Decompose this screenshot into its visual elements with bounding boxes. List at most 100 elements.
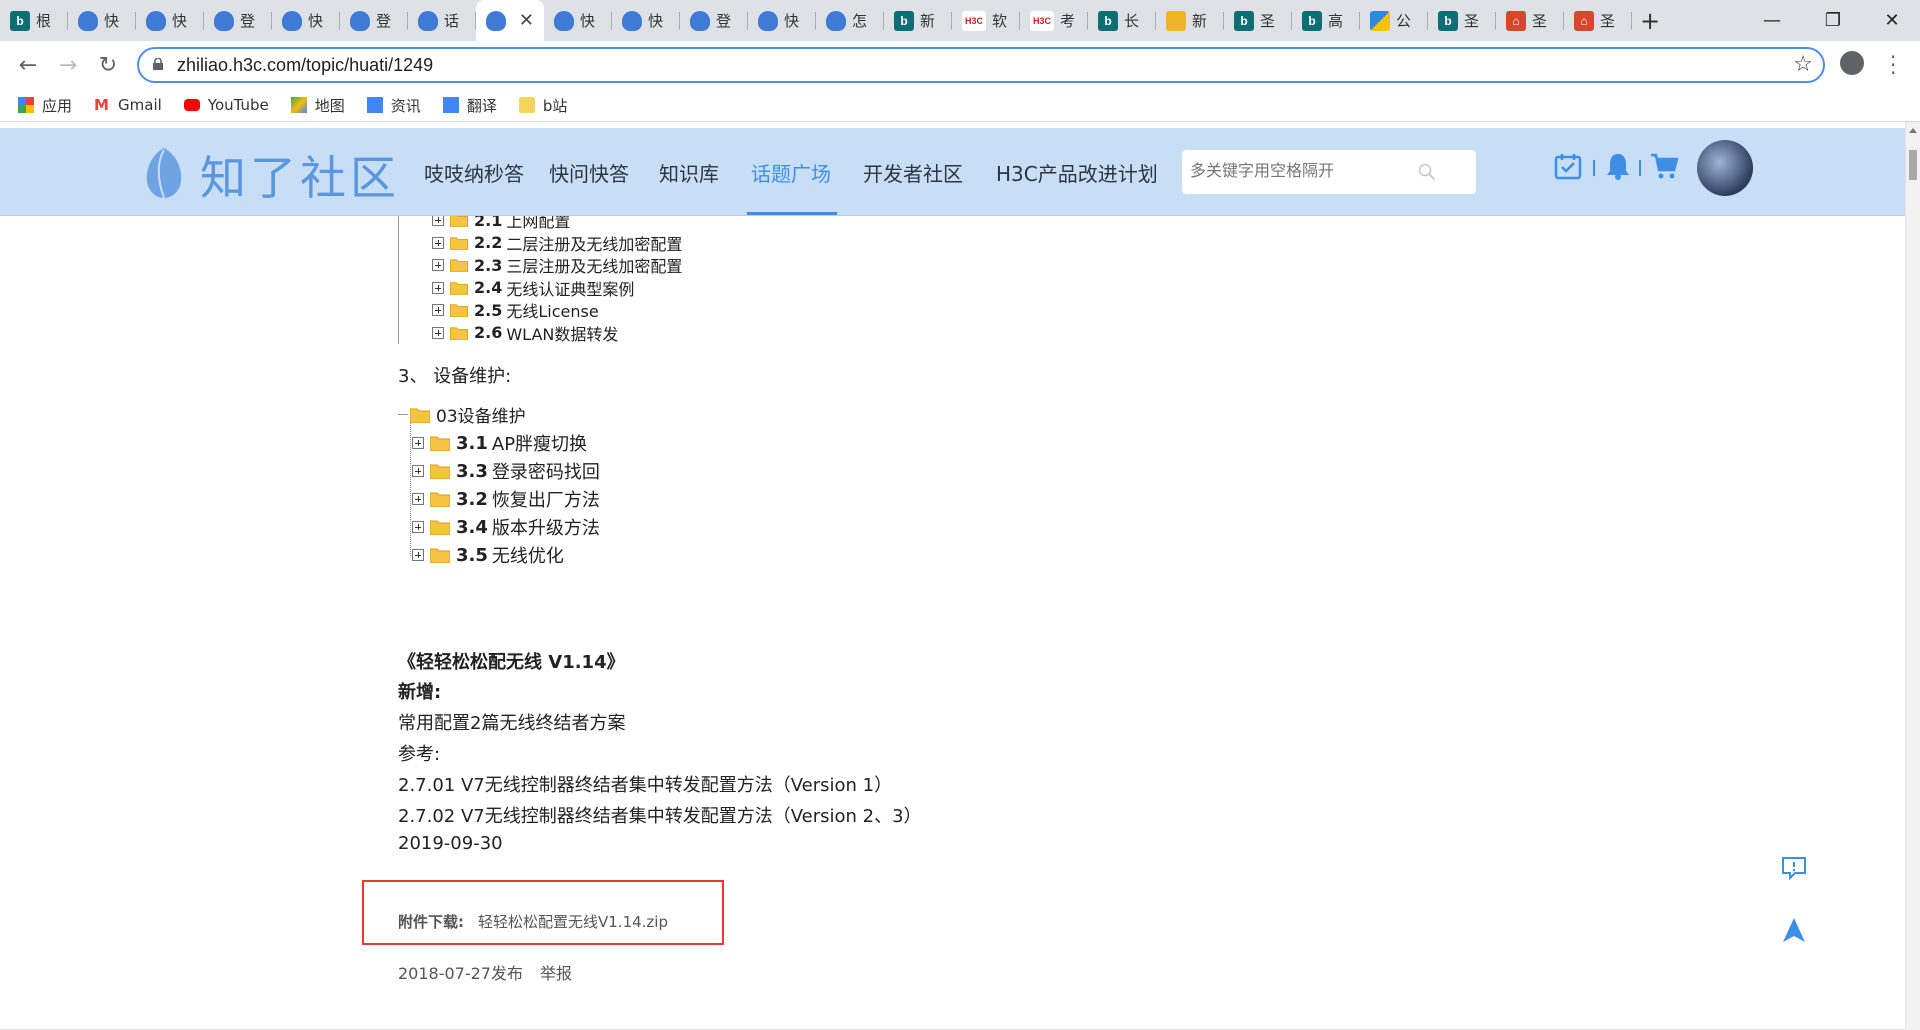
bookmark-label: b站	[542, 96, 568, 115]
expand-icon[interactable]	[412, 437, 424, 449]
browser-tab[interactable]: 快	[272, 0, 340, 41]
tree-item[interactable]: 3.5 无线优化	[412, 542, 564, 568]
bookmark-label: 资讯	[390, 96, 421, 115]
browser-tab[interactable]: 快	[544, 0, 612, 41]
page-scrollbar[interactable]	[1905, 122, 1920, 1030]
active-tab[interactable]: ✕	[476, 0, 544, 41]
browser-tab[interactable]: b根	[0, 0, 68, 41]
expand-icon[interactable]	[412, 521, 424, 533]
nav-zhizhi[interactable]: 吱吱纳秒答	[424, 158, 524, 187]
bookmark-item[interactable]: YouTube	[183, 96, 269, 114]
browser-tab[interactable]: H3C 软	[952, 0, 1020, 41]
search-input[interactable]	[1190, 161, 1420, 180]
expand-icon[interactable]	[412, 549, 424, 561]
url-text[interactable]: zhiliao.h3c.com/topic/huati/1249	[177, 55, 433, 76]
maximize-icon[interactable]: ❐	[1803, 0, 1863, 41]
bookmark-item[interactable]: 应用	[18, 95, 72, 116]
tree-item[interactable]: 2.6 WLAN数据转发	[432, 321, 618, 345]
bookmark-item[interactable]: b站	[518, 95, 568, 116]
expand-icon[interactable]	[432, 281, 444, 294]
browser-tab[interactable]: ⌂ 圣	[1496, 0, 1564, 41]
expand-icon[interactable]	[432, 304, 444, 316]
attachment-download-link[interactable]: 轻轻松松配置无线V1.14.zip	[478, 911, 668, 932]
close-tab-icon[interactable]: ✕	[519, 10, 534, 31]
browser-tab[interactable]: 新	[1156, 0, 1224, 41]
back-icon[interactable]: ←	[14, 51, 42, 79]
expand-icon[interactable]	[412, 465, 424, 477]
feedback-icon[interactable]	[1781, 856, 1807, 880]
expand-icon[interactable]	[432, 326, 444, 339]
tree-item-number: 2.6	[474, 323, 503, 342]
cart-icon[interactable]	[1650, 152, 1678, 180]
browser-tab[interactable]: 话	[408, 0, 476, 41]
site-logo-text[interactable]: 知了社区	[200, 142, 400, 208]
browser-tab[interactable]: 怎	[816, 0, 884, 41]
tree-item[interactable]: 3.1 AP胖瘦切换	[412, 430, 587, 456]
tree-item[interactable]: 2.5 无线License	[432, 298, 599, 322]
browser-tab[interactable]: b高	[1292, 0, 1360, 41]
calendar-check-icon[interactable]	[1554, 152, 1582, 180]
tab-list: b 根快快登快登话 ✕ 快快登快怎 b 新 H3C 软 H3C 考 b 长新 b 圣 b 高公 b 圣 ⌂ 圣 ⌂ 圣	[0, 0, 1632, 41]
header-separator	[1593, 160, 1595, 176]
bookmark-item[interactable]: M Gmail	[94, 96, 162, 114]
account-icon[interactable]	[1840, 51, 1864, 75]
browser-tab[interactable]: 快	[612, 0, 680, 41]
minimize-icon[interactable]: —	[1742, 0, 1802, 41]
browser-tab[interactable]: 公	[1360, 0, 1428, 41]
scroll-thumb[interactable]	[1909, 150, 1917, 180]
tree-item-number: 2.3	[474, 255, 503, 275]
search-icon[interactable]	[1418, 163, 1436, 181]
browser-tab[interactable]: 快	[136, 0, 204, 41]
bookmark-item[interactable]: 翻译	[442, 95, 497, 116]
tree-item[interactable]: 3.2 恢复出厂方法	[412, 486, 600, 512]
bookmark-item[interactable]: 地图	[290, 95, 345, 116]
reload-icon[interactable]: ↻	[94, 51, 122, 79]
bell-icon[interactable]	[1606, 152, 1630, 180]
tree-item[interactable]: 2.2 二层注册及无线加密配置	[432, 231, 682, 255]
expand-icon[interactable]	[432, 236, 444, 249]
new-tab-button[interactable]: +	[1632, 0, 1668, 41]
expand-icon[interactable]	[412, 493, 424, 505]
tree3-root[interactable]: 03设备维护	[398, 402, 526, 427]
browser-tab[interactable]: b圣	[1428, 0, 1496, 41]
close-window-icon[interactable]: ✕	[1862, 0, 1920, 41]
site-search-box[interactable]	[1182, 150, 1476, 194]
report-link[interactable]: 举报	[540, 960, 572, 984]
expand-icon[interactable]	[432, 216, 444, 226]
tree-item-number: 2.2	[474, 233, 503, 252]
browser-tab[interactable]: 快	[68, 0, 136, 41]
user-avatar[interactable]	[1697, 140, 1753, 196]
nav-knowledge-base[interactable]: 知识库	[659, 158, 719, 187]
back-to-top-icon[interactable]	[1783, 918, 1805, 942]
folder-icon	[450, 304, 468, 317]
cicada-logo-icon[interactable]	[140, 146, 188, 200]
browser-tab[interactable]: b圣	[1224, 0, 1292, 41]
browser-menu-icon[interactable]: · · ·	[1890, 47, 1896, 83]
scroll-up-arrow-icon[interactable]	[1909, 128, 1917, 133]
expand-icon[interactable]	[432, 259, 444, 271]
browser-tab[interactable]: b长	[1088, 0, 1156, 41]
browser-tab[interactable]: 快	[748, 0, 816, 41]
forward-icon[interactable]: →	[54, 51, 82, 79]
tree-item-label: 三层注册及无线加密配置	[506, 257, 683, 276]
tree-item[interactable]: 3.3 登录密码找回	[412, 458, 600, 484]
tree-item[interactable]: 3.4 版本升级方法	[412, 514, 600, 540]
tree-item[interactable]: 2.3 三层注册及无线加密配置	[432, 253, 682, 277]
nav-topic-square[interactable]: 话题广场	[751, 158, 831, 187]
browser-tab[interactable]: ⌂ 圣	[1564, 0, 1632, 41]
tab-title: 考	[1060, 12, 1076, 30]
tree-item[interactable]: 2.4 无线认证典型案例	[432, 276, 634, 300]
browser-tab[interactable]: 登	[204, 0, 272, 41]
browser-tab[interactable]: 登	[340, 0, 408, 41]
browser-tab[interactable]: b新	[884, 0, 952, 41]
browser-tab[interactable]: H3C 考	[1020, 0, 1088, 41]
address-bar[interactable]: zhiliao.h3c.com/topic/huati/1249 ☆	[137, 47, 1825, 83]
bing-icon: b	[894, 10, 914, 31]
browser-tab[interactable]: 登	[680, 0, 748, 41]
nav-developer-community[interactable]: 开发者社区	[863, 158, 963, 187]
nav-quick-qa[interactable]: 快问快答	[549, 158, 629, 187]
bookmark-star-icon[interactable]: ☆	[1793, 52, 1813, 77]
nav-product-improvement[interactable]: H3C产品改进计划	[996, 158, 1158, 187]
lock-icon	[153, 58, 163, 70]
bookmark-item[interactable]: 资讯	[366, 95, 421, 116]
